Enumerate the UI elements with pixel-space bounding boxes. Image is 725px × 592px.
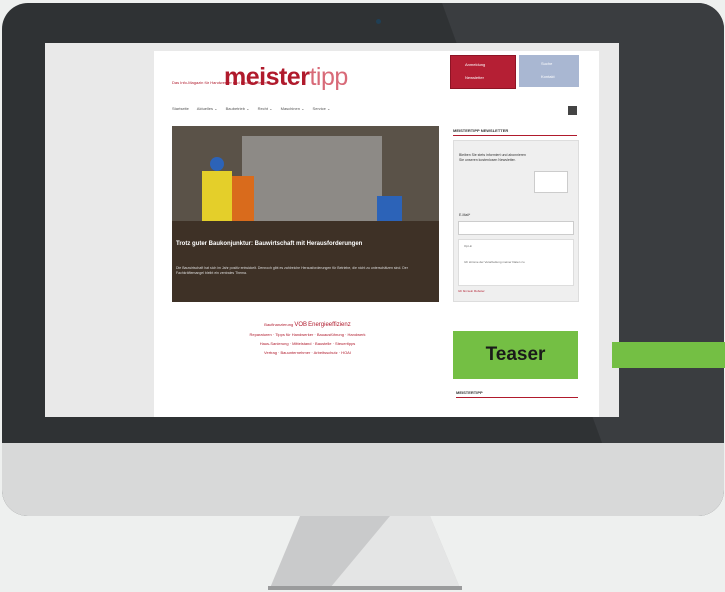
- tag-link[interactable]: VOB: [294, 322, 307, 328]
- tag-link[interactable]: Baufinanzierung: [264, 322, 293, 327]
- newsletter-box: Bleiben Sie stets informiert und abonnie…: [453, 140, 579, 302]
- newsletter-heading: MEISTERTIPP NEWSLETTER: [453, 128, 577, 136]
- email-label: E-Mail*: [459, 213, 471, 217]
- consent-text: Ich stimme der Verarbeitung meiner Daten…: [464, 260, 526, 264]
- consent-label: Opt-in: [464, 244, 473, 248]
- hero-text: Die Bauwirtschaft hat sich im Jahr posit…: [176, 266, 408, 275]
- monitor-chin: [2, 443, 724, 516]
- captcha-label[interactable]: Ich bin kein Roboter: [458, 289, 572, 301]
- teaser-callout: Teaser: [453, 331, 578, 379]
- newsletter-text: Bleiben Sie stets informiert und abonnie…: [459, 153, 526, 162]
- sidebar-footer-heading: MEISTERTIPP: [456, 390, 578, 398]
- nav-item[interactable]: Service ⌄: [313, 106, 331, 111]
- search-icon[interactable]: [568, 106, 577, 115]
- hero-title[interactable]: Trotz guter Baukonjunktur: Bauwirtschaft…: [176, 240, 431, 248]
- search-contact-button[interactable]: Suche Kontakt: [519, 55, 579, 87]
- tag-link[interactable]: Energieeffizienz: [308, 322, 351, 328]
- tag-link[interactable]: Vertrag · Bauunternehmer · Arbeitsschutz…: [195, 348, 420, 357]
- consent-box[interactable]: Opt-in Ich stimme der Verarbeitung meine…: [458, 239, 574, 286]
- tag-cloud: Baufinanzierung VOB Energieeffizienz Rep…: [195, 320, 420, 357]
- envelope-icon: [534, 171, 568, 193]
- nav-item[interactable]: Baubetrieb ⌄: [226, 106, 250, 111]
- nav-item[interactable]: Aktuelles ⌄: [197, 106, 218, 111]
- teaser-label: Teaser: [485, 344, 546, 365]
- tag-link[interactable]: Reparaturen · Tipps für Handwerker · Bau…: [195, 330, 420, 339]
- nav-item[interactable]: Maschinen ⌄: [281, 106, 305, 111]
- nav-item[interactable]: Recht ⌄: [258, 106, 273, 111]
- hero-teaser[interactable]: Trotz guter Baukonjunktur: Bauwirtschaft…: [172, 126, 439, 302]
- tag-link[interactable]: Haus-Sanierung · Mittelstand · Baustelle…: [195, 339, 420, 348]
- webcam-dot: [376, 19, 381, 24]
- teaser-arrow-bar: [612, 342, 725, 368]
- main-navigation: Startseite Aktuelles ⌄ Baubetrieb ⌄ Rech…: [172, 106, 579, 115]
- sidebar: MEISTERTIPP NEWSLETTER: [453, 128, 577, 136]
- email-field[interactable]: [458, 221, 574, 235]
- header-button-label: Kontakt: [541, 74, 555, 79]
- header-button-label: Suche: [541, 61, 553, 66]
- site-logo[interactable]: meistertipp: [224, 63, 348, 92]
- header-button-label: Newsletter: [465, 75, 484, 80]
- login-newsletter-button[interactable]: Anmeldung Newsletter: [450, 55, 516, 89]
- header-button-label: Anmeldung: [465, 62, 486, 67]
- nav-item[interactable]: Startseite: [172, 106, 189, 111]
- site-tagline: Das Info-Magazin für Handwerker und Bauu…: [172, 80, 271, 85]
